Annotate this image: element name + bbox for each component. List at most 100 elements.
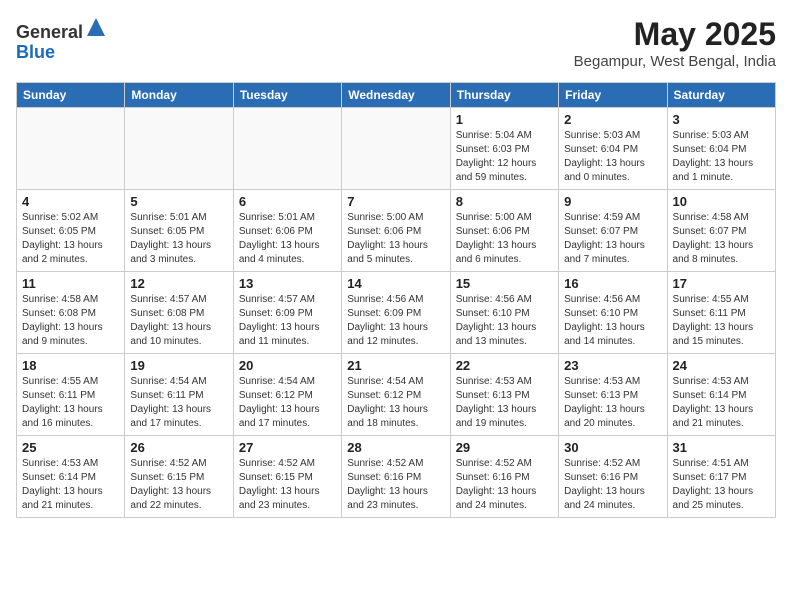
day-number: 16: [564, 276, 661, 291]
day-number: 5: [130, 194, 227, 209]
week-row-4: 18 Sunrise: 4:55 AM Sunset: 6:11 PM Dayli…: [17, 354, 776, 436]
day-number: 12: [130, 276, 227, 291]
day-number: 8: [456, 194, 553, 209]
day-cell: [17, 108, 125, 190]
day-info: Sunrise: 5:00 AM Sunset: 6:06 PM Dayligh…: [456, 211, 553, 267]
day-info: Sunrise: 4:53 AM Sunset: 6:13 PM Dayligh…: [456, 375, 553, 431]
day-info: Sunrise: 5:02 AM Sunset: 6:05 PM Dayligh…: [22, 211, 119, 267]
day-info: Sunrise: 4:53 AM Sunset: 6:14 PM Dayligh…: [22, 457, 119, 513]
day-number: 17: [673, 276, 770, 291]
day-cell: 4 Sunrise: 5:02 AM Sunset: 6:05 PM Daylig…: [17, 190, 125, 272]
week-row-5: 25 Sunrise: 4:53 AM Sunset: 6:14 PM Dayli…: [17, 436, 776, 518]
day-info: Sunrise: 5:04 AM Sunset: 6:03 PM Dayligh…: [456, 129, 553, 185]
day-info: Sunrise: 4:52 AM Sunset: 6:16 PM Dayligh…: [347, 457, 444, 513]
day-cell: 19 Sunrise: 4:54 AM Sunset: 6:11 PM Dayli…: [125, 354, 233, 436]
day-cell: 22 Sunrise: 4:53 AM Sunset: 6:13 PM Dayli…: [450, 354, 558, 436]
title-block: May 2025 Begampur, West Bengal, India: [574, 16, 776, 70]
day-info: Sunrise: 4:55 AM Sunset: 6:11 PM Dayligh…: [673, 293, 770, 349]
day-number: 19: [130, 358, 227, 373]
day-info: Sunrise: 4:56 AM Sunset: 6:10 PM Dayligh…: [456, 293, 553, 349]
day-cell: 5 Sunrise: 5:01 AM Sunset: 6:05 PM Daylig…: [125, 190, 233, 272]
day-info: Sunrise: 4:52 AM Sunset: 6:16 PM Dayligh…: [564, 457, 661, 513]
day-cell: 24Sunrise: 4:53 AM Sunset: 6:14 PM Dayli…: [667, 354, 775, 436]
day-info: Sunrise: 4:52 AM Sunset: 6:15 PM Dayligh…: [239, 457, 336, 513]
day-cell: 30 Sunrise: 4:52 AM Sunset: 6:16 PM Dayli…: [559, 436, 667, 518]
weekday-header-monday: Monday: [125, 83, 233, 108]
logo-general-text: General: [16, 22, 83, 42]
day-info: Sunrise: 4:53 AM Sunset: 6:13 PM Dayligh…: [564, 375, 661, 431]
day-cell: [125, 108, 233, 190]
weekday-header-row: SundayMondayTuesdayWednesdayThursdayFrid…: [17, 83, 776, 108]
day-number: 23: [564, 358, 661, 373]
day-info: Sunrise: 4:56 AM Sunset: 6:10 PM Dayligh…: [564, 293, 661, 349]
day-info: Sunrise: 4:58 AM Sunset: 6:07 PM Dayligh…: [673, 211, 770, 267]
day-cell: 27 Sunrise: 4:52 AM Sunset: 6:15 PM Dayli…: [233, 436, 341, 518]
weekday-header-saturday: Saturday: [667, 83, 775, 108]
day-cell: 6Sunrise: 5:01 AM Sunset: 6:06 PM Daylig…: [233, 190, 341, 272]
day-number: 15: [456, 276, 553, 291]
day-cell: 18 Sunrise: 4:55 AM Sunset: 6:11 PM Dayli…: [17, 354, 125, 436]
day-info: Sunrise: 4:55 AM Sunset: 6:11 PM Dayligh…: [22, 375, 119, 431]
day-cell: 8 Sunrise: 5:00 AM Sunset: 6:06 PM Daylig…: [450, 190, 558, 272]
day-cell: 11 Sunrise: 4:58 AM Sunset: 6:08 PM Dayli…: [17, 272, 125, 354]
weekday-header-tuesday: Tuesday: [233, 83, 341, 108]
day-cell: [233, 108, 341, 190]
day-number: 27: [239, 440, 336, 455]
month-title: May 2025: [574, 16, 776, 53]
day-number: 20: [239, 358, 336, 373]
day-number: 31: [673, 440, 770, 455]
week-row-3: 11 Sunrise: 4:58 AM Sunset: 6:08 PM Dayli…: [17, 272, 776, 354]
weekday-header-thursday: Thursday: [450, 83, 558, 108]
day-number: 10: [673, 194, 770, 209]
logo-icon: [85, 16, 107, 38]
day-cell: 31 Sunrise: 4:51 AM Sunset: 6:17 PM Dayli…: [667, 436, 775, 518]
day-cell: 2Sunrise: 5:03 AM Sunset: 6:04 PM Daylig…: [559, 108, 667, 190]
day-number: 29: [456, 440, 553, 455]
day-info: Sunrise: 4:57 AM Sunset: 6:08 PM Dayligh…: [130, 293, 227, 349]
day-cell: 21 Sunrise: 4:54 AM Sunset: 6:12 PM Dayli…: [342, 354, 450, 436]
week-row-1: 1 Sunrise: 5:04 AM Sunset: 6:03 PM Daylig…: [17, 108, 776, 190]
day-cell: 10 Sunrise: 4:58 AM Sunset: 6:07 PM Dayli…: [667, 190, 775, 272]
day-number: 11: [22, 276, 119, 291]
weekday-header-friday: Friday: [559, 83, 667, 108]
day-info: Sunrise: 4:54 AM Sunset: 6:11 PM Dayligh…: [130, 375, 227, 431]
day-cell: 25 Sunrise: 4:53 AM Sunset: 6:14 PM Dayli…: [17, 436, 125, 518]
day-number: 7: [347, 194, 444, 209]
day-number: 13: [239, 276, 336, 291]
day-number: 30: [564, 440, 661, 455]
page-header: General Blue May 2025 Begampur, West Ben…: [16, 16, 776, 70]
day-number: 26: [130, 440, 227, 455]
day-info: Sunrise: 5:01 AM Sunset: 6:05 PM Dayligh…: [130, 211, 227, 267]
day-number: 24: [673, 358, 770, 373]
weekday-header-sunday: Sunday: [17, 83, 125, 108]
day-number: 21: [347, 358, 444, 373]
day-cell: 20Sunrise: 4:54 AM Sunset: 6:12 PM Dayli…: [233, 354, 341, 436]
day-info: Sunrise: 4:58 AM Sunset: 6:08 PM Dayligh…: [22, 293, 119, 349]
day-info: Sunrise: 4:59 AM Sunset: 6:07 PM Dayligh…: [564, 211, 661, 267]
day-cell: [342, 108, 450, 190]
day-cell: 15 Sunrise: 4:56 AM Sunset: 6:10 PM Dayli…: [450, 272, 558, 354]
day-cell: 23 Sunrise: 4:53 AM Sunset: 6:13 PM Dayli…: [559, 354, 667, 436]
day-number: 18: [22, 358, 119, 373]
day-info: Sunrise: 4:51 AM Sunset: 6:17 PM Dayligh…: [673, 457, 770, 513]
day-cell: 3Sunrise: 5:03 AM Sunset: 6:04 PM Daylig…: [667, 108, 775, 190]
day-cell: 13 Sunrise: 4:57 AM Sunset: 6:09 PM Dayli…: [233, 272, 341, 354]
day-info: Sunrise: 5:01 AM Sunset: 6:06 PM Dayligh…: [239, 211, 336, 267]
day-number: 1: [456, 112, 553, 127]
day-number: 22: [456, 358, 553, 373]
day-info: Sunrise: 4:54 AM Sunset: 6:12 PM Dayligh…: [347, 375, 444, 431]
day-cell: 16 Sunrise: 4:56 AM Sunset: 6:10 PM Dayli…: [559, 272, 667, 354]
day-cell: 7Sunrise: 5:00 AM Sunset: 6:06 PM Daylig…: [342, 190, 450, 272]
day-cell: 29Sunrise: 4:52 AM Sunset: 6:16 PM Dayli…: [450, 436, 558, 518]
day-cell: 28 Sunrise: 4:52 AM Sunset: 6:16 PM Dayli…: [342, 436, 450, 518]
day-number: 4: [22, 194, 119, 209]
logo-blue-text: Blue: [16, 42, 55, 62]
day-info: Sunrise: 4:52 AM Sunset: 6:15 PM Dayligh…: [130, 457, 227, 513]
day-number: 14: [347, 276, 444, 291]
logo: General Blue: [16, 16, 107, 63]
day-info: Sunrise: 4:57 AM Sunset: 6:09 PM Dayligh…: [239, 293, 336, 349]
day-number: 25: [22, 440, 119, 455]
day-cell: 26 Sunrise: 4:52 AM Sunset: 6:15 PM Dayli…: [125, 436, 233, 518]
day-number: 28: [347, 440, 444, 455]
day-info: Sunrise: 5:03 AM Sunset: 6:04 PM Dayligh…: [673, 129, 770, 185]
